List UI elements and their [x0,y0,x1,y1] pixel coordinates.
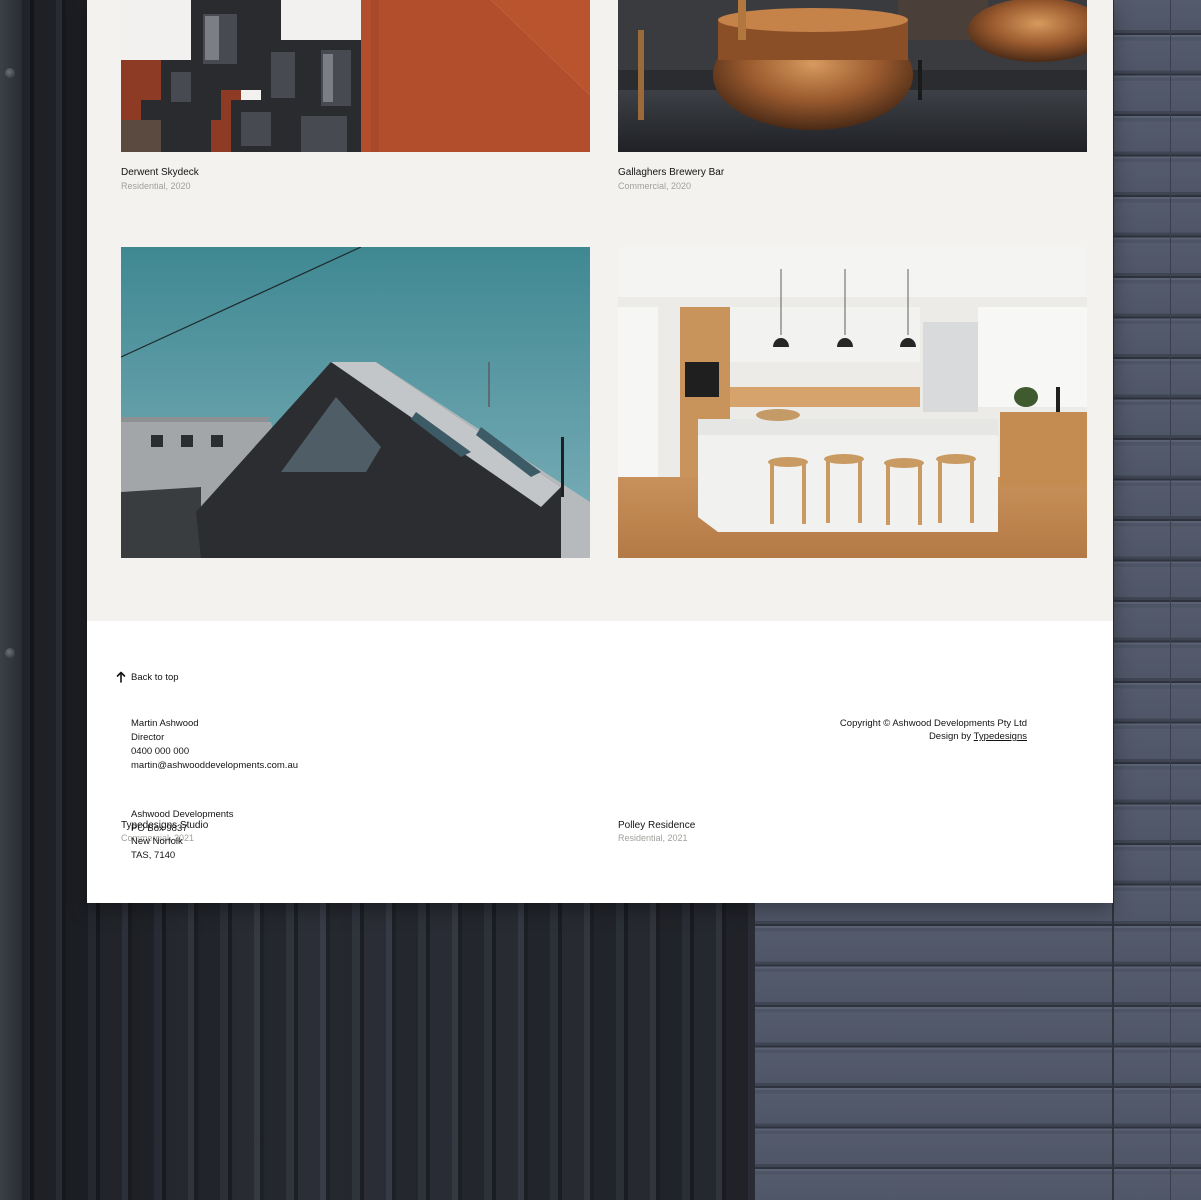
project-meta: Residential, 2021 [618,833,688,843]
address-state-postcode: TAS, 7140 [131,849,176,861]
contact-phone[interactable]: 0400 000 000 [131,745,298,759]
arrow-up-icon [116,671,126,683]
back-to-top-label[interactable]: Back to top [131,672,179,683]
address-town: New Norfolk [131,836,183,847]
steel-post [0,0,22,1200]
apartment-building-photo[interactable] [121,0,590,152]
design-credit: Design by Typedesigns [840,730,1027,743]
project-title[interactable]: Gallaghers Brewery Bar [618,167,724,178]
bolt-icon [5,648,15,658]
project-meta: Commercial, 2020 [618,181,692,191]
project-meta: Residential, 2020 [121,181,191,191]
copyright-block: Copyright © Ashwood Developments Pty Ltd… [840,717,1027,743]
kitchen-interior-photo[interactable] [618,247,1087,558]
back-to-top-link[interactable]: Back to top [116,670,179,684]
design-credit-link[interactable]: Typedesigns [974,731,1027,742]
brewery-copper-kettle-photo[interactable] [618,0,1087,152]
address-po-box: PO Box 9837 [131,822,188,834]
design-credit-prefix: Design by [928,731,972,742]
website-page: Derwent Skydeck Residential, 2020 Gallag… [87,0,1113,903]
postal-address: Ashwood Developments PO Box 9837 New Nor… [131,808,233,862]
wall-joint [1170,0,1171,1200]
black-timber-house-photo[interactable] [121,247,590,558]
copyright-text: Copyright © Ashwood Developments Pty Ltd [839,718,1027,729]
project-title[interactable]: Polley Residence [618,820,695,831]
contact-role: Director [131,732,165,743]
contact-email[interactable]: martin@ashwooddevelopments.com.au [131,759,298,773]
address-company: Ashwood Developments [131,809,234,820]
project-grid: Derwent Skydeck Residential, 2020 Gallag… [87,0,1113,843]
project-title[interactable]: Derwent Skydeck [121,167,199,178]
bolt-icon [5,68,15,78]
contact-name: Martin Ashwood [131,718,199,729]
contact-details: Martin Ashwood Director 0400 000 000 mar… [131,717,298,773]
